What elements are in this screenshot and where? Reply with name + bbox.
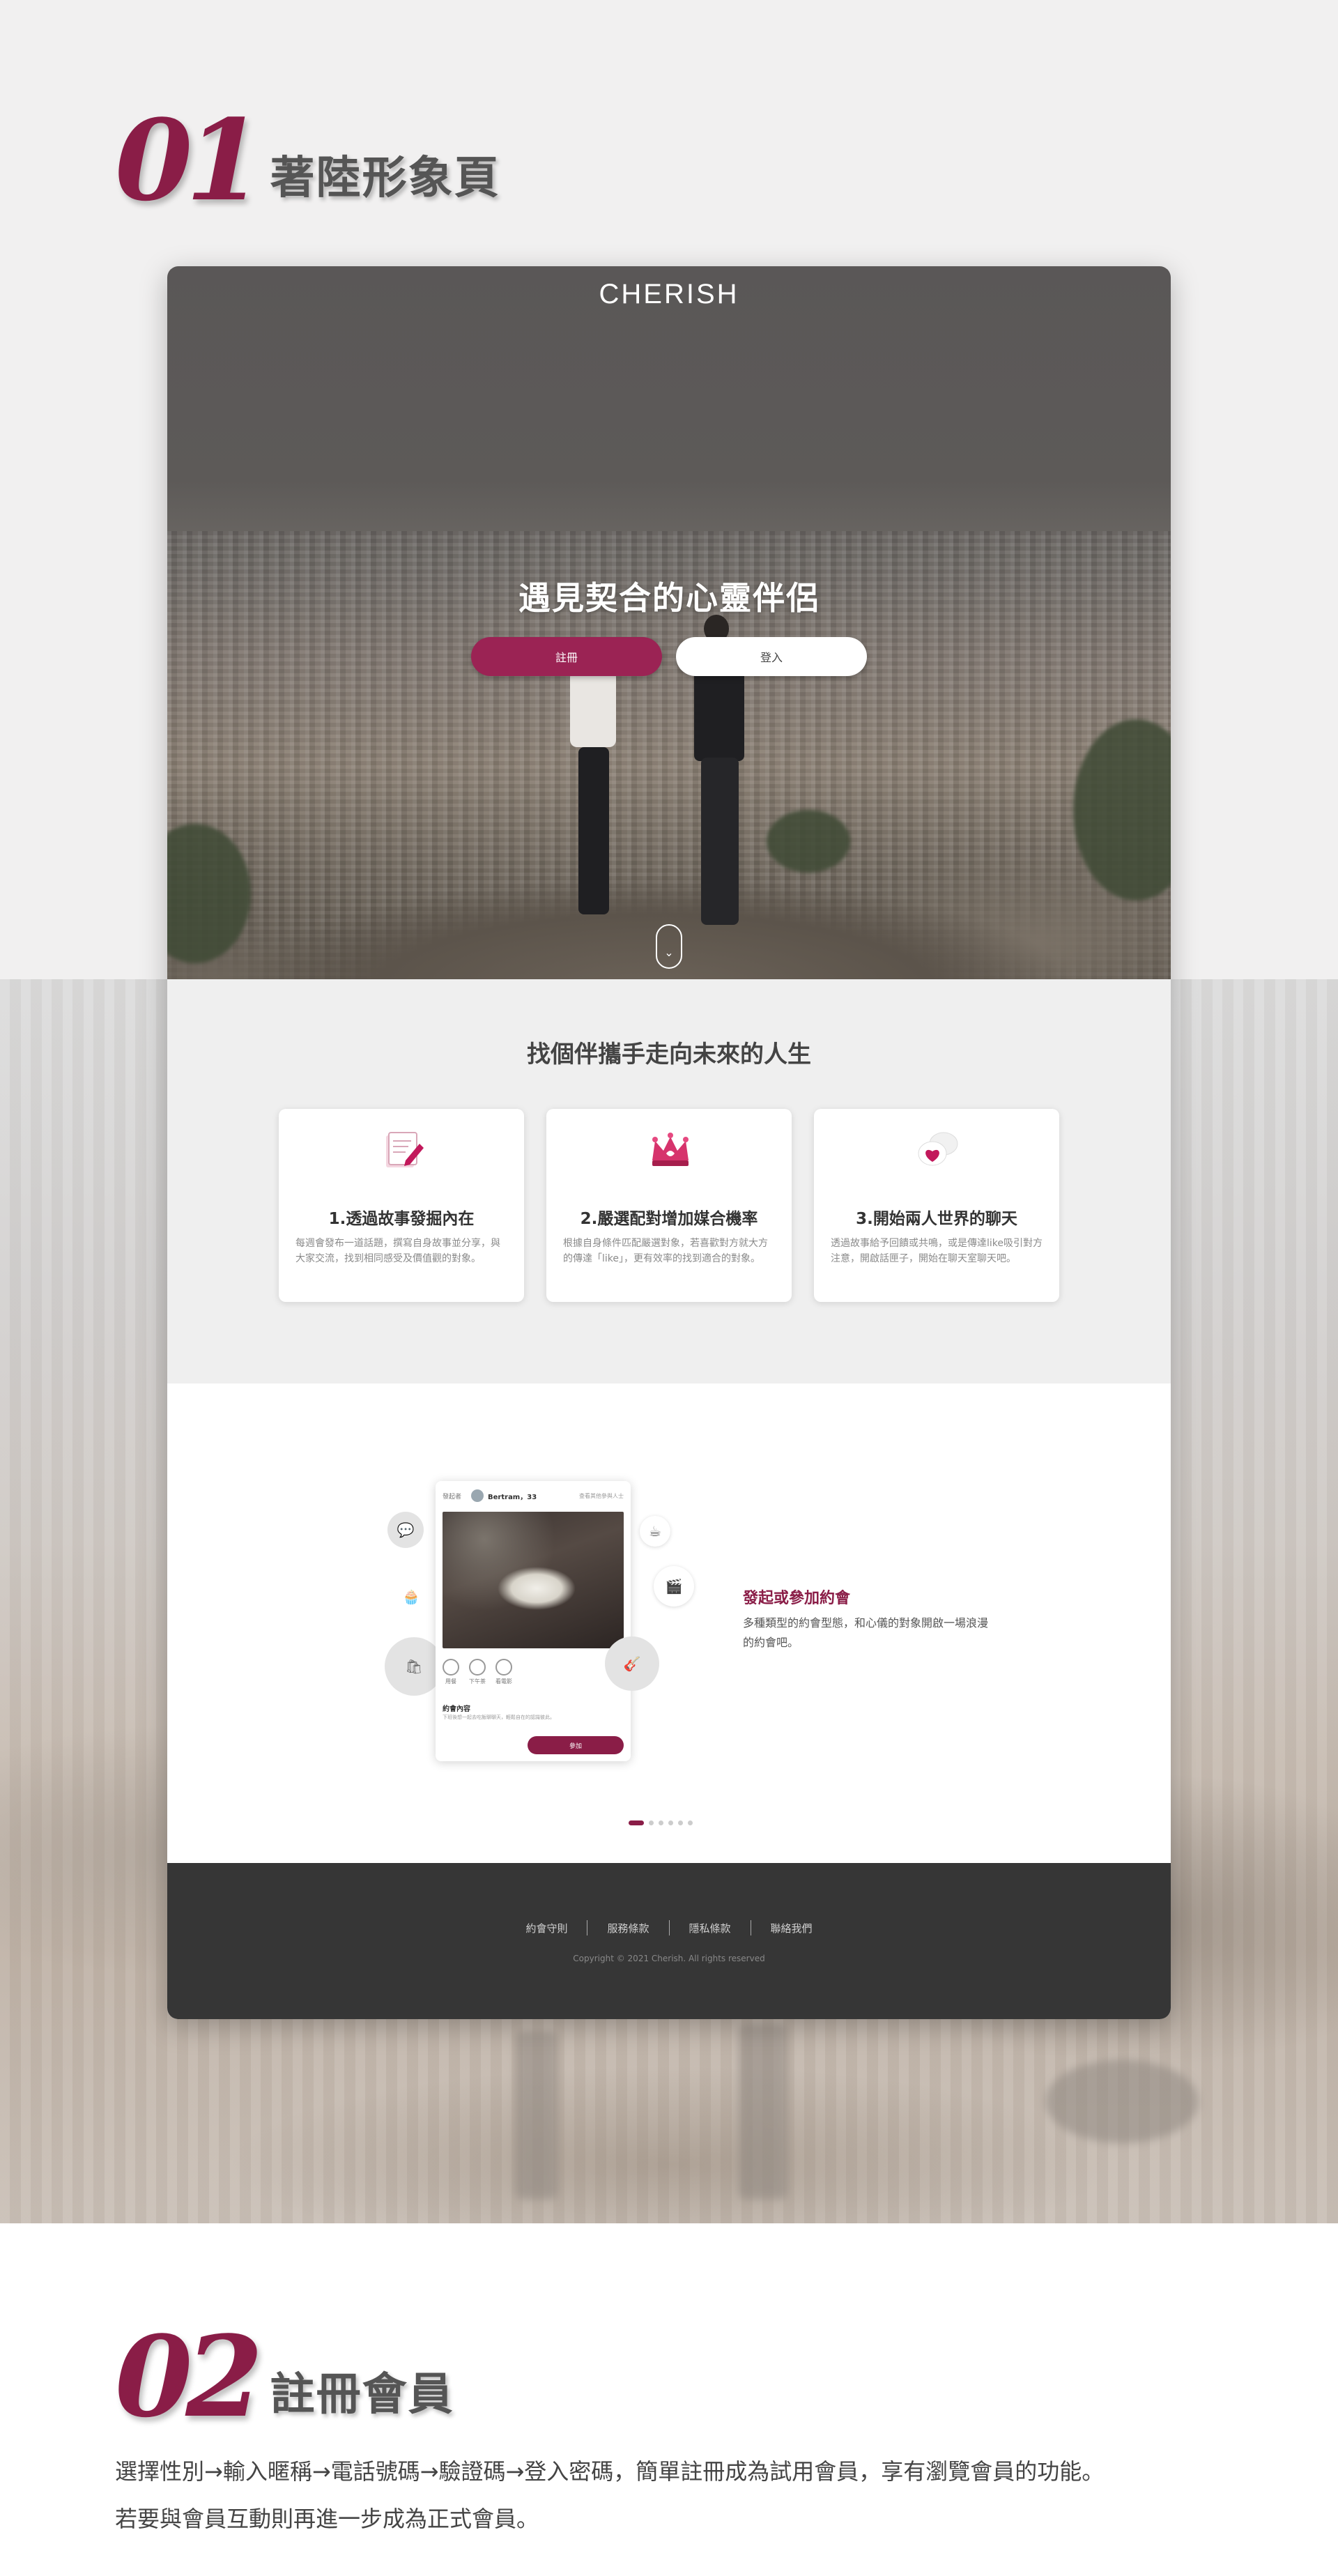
crown-icon: [652, 1133, 689, 1166]
scroll-down-icon[interactable]: ⌄: [656, 924, 682, 969]
date-photo: [443, 1512, 624, 1648]
movie-option[interactable]: 看電影: [495, 1659, 512, 1685]
section-02-description: 選擇性別→輸入暱稱→電話號碼→驗證碼→登入密碼，簡單註冊成為試用會員，享有瀏覽會…: [115, 2448, 1265, 2543]
carousel-dot[interactable]: [659, 1820, 663, 1825]
footer-link-terms[interactable]: 服務條款: [587, 1921, 668, 1935]
hero-banner: CHERISH 遇見契合的心靈伴侶 註冊 登入 ⌄: [167, 266, 1171, 979]
landing-page-mockup: CHERISH 遇見契合的心靈伴侶 註冊 登入 ⌄ 找個伴攜手走向未來的人生 1…: [167, 266, 1171, 2019]
phone-mockup: 發起者 Bertram，33 查看其他參與人士 用餐 下午茶 看電影 約會內容 …: [436, 1481, 631, 1761]
login-button[interactable]: 登入: [676, 637, 867, 676]
features-title: 找個伴攜手走向未來的人生: [527, 1041, 811, 1068]
feature-card: 3.開始兩人世界的聊天 透過故事給予回饋或共鳴，或是傳達like吸引對方注意，開…: [814, 1109, 1059, 1302]
carousel-dots[interactable]: [629, 1820, 693, 1825]
chat-icon: 💬: [387, 1512, 424, 1548]
write-icon: [386, 1132, 424, 1167]
join-button[interactable]: 參加: [528, 1736, 624, 1754]
dating-title: 發起或參加約會: [743, 1590, 851, 1607]
carousel-dot[interactable]: [649, 1820, 654, 1825]
footer-link-dating-rules[interactable]: 約會守則: [506, 1921, 587, 1935]
host-name: Bertram，33: [488, 1493, 537, 1501]
feature-title: 2.嚴選配對增加媒合機率: [580, 1210, 758, 1228]
cupcake-icon: 🧁: [397, 1583, 425, 1611]
footer-links: 約會守則 服務條款 隱私條款 聯絡我們: [167, 1920, 1171, 1935]
guitar-icon: 🎸: [605, 1636, 659, 1691]
footer: 約會守則 服務條款 隱私條款 聯絡我們 Copyright © 2021 Che…: [167, 1863, 1171, 2019]
other-participants-link[interactable]: 查看其他參與人士: [579, 1492, 624, 1500]
avatar: [471, 1489, 484, 1502]
clapperboard-icon: 🎬: [654, 1566, 694, 1607]
dating-section: 💬 ☕ 🧁 🎬 🛍 發起者 Bertram，33 查看其他參與人士 用餐 下午茶…: [167, 1383, 1171, 1863]
feature-desc: 透過故事給予回饋或共鳴，或是傳達like吸引對方注意，開啟話匣子，開始在聊天室聊…: [831, 1238, 1043, 1264]
feature-desc: 每週會發布一道話題，撰寫自身故事並分享，與大家交流，找到相同感受及價值觀的對象。: [295, 1238, 500, 1264]
coffee-icon: ☕: [640, 1516, 670, 1547]
date-type-icons: 用餐 下午茶 看電影: [443, 1659, 512, 1685]
feature-desc: 根據自身條件匹配嚴選對象，若喜歡對方就大方的傳達「like」，更有效率的找到適合…: [563, 1238, 768, 1264]
section-number: 02: [115, 2311, 263, 2442]
description-line: 選擇性別→輸入暱稱→電話號碼→驗證碼→登入密碼，簡單註冊成為試用會員，享有瀏覽會…: [115, 2458, 1105, 2485]
footer-link-privacy[interactable]: 隱私條款: [670, 1921, 751, 1935]
date-content-title: 約會內容: [443, 1705, 470, 1713]
footer-link-contact[interactable]: 聯絡我們: [751, 1921, 832, 1935]
section-number: 01: [115, 95, 263, 226]
section-title: 著陸形象頁: [270, 153, 500, 204]
features-section: 找個伴攜手走向未來的人生 1.透過故事發掘內在 每週會發布一道話題，撰寫自身故事…: [167, 979, 1171, 1383]
carousel-dot[interactable]: [668, 1820, 673, 1825]
register-button[interactable]: 註冊: [471, 637, 662, 676]
feature-card: 2.嚴選配對增加媒合機率 根據自身條件匹配嚴選對象，若喜歡對方就大方的傳達「li…: [546, 1109, 792, 1302]
feature-title: 3.開始兩人世界的聊天: [856, 1210, 1017, 1228]
section-title: 註冊會員: [270, 2369, 454, 2421]
description-line: 若要與會員互動則再進一步成為正式會員。: [115, 2506, 539, 2532]
chat-heart-icon: [918, 1132, 958, 1166]
carousel-dot[interactable]: [629, 1820, 644, 1825]
brand-logo: CHERISH: [599, 279, 739, 309]
shopping-bag-icon: 🛍: [385, 1637, 443, 1696]
dating-desc: 多種類型的約會型態，和心儀的對象開啟一場浪漫的約會吧。: [743, 1616, 989, 1649]
dining-option[interactable]: 用餐: [443, 1659, 459, 1685]
section-heading-02: 02 註冊會員: [115, 2321, 454, 2432]
carousel-dot[interactable]: [688, 1820, 693, 1825]
date-content-text: 下班後想一起去吃飯聊聊天，輕鬆自在的認識彼此。: [443, 1715, 555, 1720]
feature-card: 1.透過故事發掘內在 每週會發布一道話題，撰寫自身故事並分享，與大家交流，找到相…: [279, 1109, 524, 1302]
copyright: Copyright © 2021 Cherish. All rights res…: [573, 1954, 765, 1963]
section-heading-01: 01 著陸形象頁: [115, 105, 500, 216]
feature-title: 1.透過故事發掘內在: [328, 1210, 475, 1228]
tea-option[interactable]: 下午茶: [469, 1659, 486, 1685]
back-label[interactable]: 發起者: [443, 1492, 461, 1501]
carousel-dot[interactable]: [678, 1820, 683, 1825]
hero-headline: 遇見契合的心靈伴侶: [518, 579, 820, 617]
